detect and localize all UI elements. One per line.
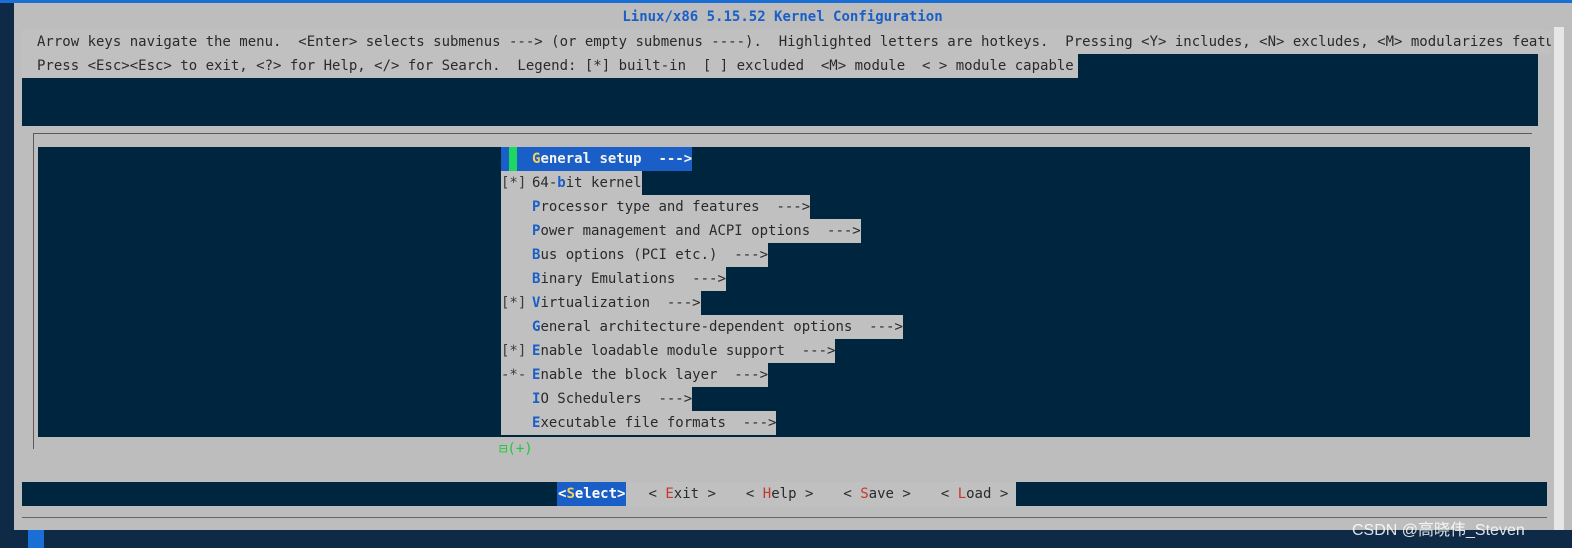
selection-cursor <box>509 147 517 171</box>
button-bracket: > <box>796 486 814 502</box>
button-bar: <Select> < Exit > < Help > < Save > < Load > <box>22 482 1547 506</box>
menu-item[interactable]: General setup ---> <box>501 147 693 171</box>
select-button[interactable]: <Select> <box>557 482 627 506</box>
watermark: CSDN @高晓伟_Steven <box>1352 522 1525 539</box>
menu-item-label: eneral setup ---> <box>540 151 693 167</box>
button-label: xit <box>673 486 700 502</box>
terminal-bottom-bar <box>14 530 1572 548</box>
terminal-cursor-block <box>28 530 44 548</box>
button-bracket: < <box>648 486 666 502</box>
exit-button[interactable]: < Exit > <box>640 482 723 506</box>
button-hotkey: S <box>860 486 869 502</box>
menu-item-label: ower management and ACPI options ---> <box>540 223 861 239</box>
menu-item-state: [*] <box>501 343 527 359</box>
menu-item-label: xecutable file formats ---> <box>540 415 777 431</box>
help-text-panel: Arrow keys navigate the menu. <Enter> se… <box>22 30 1572 126</box>
save-button[interactable]: < Save > <box>835 482 918 506</box>
button-bracket: < <box>745 486 763 502</box>
menu-item[interactable]: IO Schedulers ---> <box>501 387 693 411</box>
menu-item-state: -*- <box>501 367 527 383</box>
load-button[interactable]: < Load > <box>933 482 1016 506</box>
menu-item[interactable]: General architecture-dependent options -… <box>501 315 903 339</box>
menu-item-label: it kernel <box>565 175 642 191</box>
menu-item-label: nable the block layer ---> <box>540 367 769 383</box>
help-line-2: Press <Esc><Esc> to exit, <?> for Help, … <box>22 54 1078 78</box>
help-line-1: Arrow keys navigate the menu. <Enter> se… <box>22 30 1572 54</box>
menu-item-label: irtualization ---> <box>540 295 701 311</box>
button-group: <Select> < Exit > < Help > < Save > < Load > <box>557 482 1017 506</box>
button-bracket: > <box>617 486 626 502</box>
menu-item-label: rocessor type and features ---> <box>540 199 811 215</box>
button-label: oad <box>966 486 992 502</box>
menu-item[interactable]: Power management and ACPI options ---> <box>501 219 861 243</box>
menu-item[interactable]: Bus options (PCI etc.) ---> <box>501 243 769 267</box>
button-bracket: > <box>893 486 911 502</box>
menu-item-label: O Schedulers ---> <box>540 391 693 407</box>
menu-item-label: eneral architecture-dependent options --… <box>540 319 903 335</box>
scrollbar[interactable] <box>1551 3 1572 532</box>
menuconfig-screen: Linux/x86 5.15.52 Kernel Configuration A… <box>14 3 1572 530</box>
menu-item[interactable]: Processor type and features ---> <box>501 195 811 219</box>
button-hotkey: H <box>762 486 772 502</box>
button-bracket: > <box>699 486 716 502</box>
scrollbar-thumb[interactable] <box>1554 27 1564 532</box>
button-hotkey: E <box>665 486 674 502</box>
button-label: elect <box>574 486 618 502</box>
menu-item[interactable]: Executable file formats ---> <box>501 411 777 435</box>
button-hotkey: S <box>566 486 575 502</box>
menu-item[interactable]: Binary Emulations ---> <box>501 267 726 291</box>
bottom-divider <box>22 517 1547 518</box>
menu-item-label: inary Emulations ---> <box>540 271 726 287</box>
button-hotkey: L <box>957 486 967 502</box>
button-label: elp <box>771 486 797 502</box>
menu-item-state: [*] <box>501 175 527 191</box>
menu-item[interactable]: [*] Enable loadable module support ---> <box>501 339 836 363</box>
menu-item-state: [*] <box>501 295 527 311</box>
more-items-indicator: ⊟(+) <box>499 441 533 457</box>
page-title: Linux/x86 5.15.52 Kernel Configuration <box>622 9 943 25</box>
button-bracket: < <box>940 486 958 502</box>
button-bracket: > <box>991 486 1009 502</box>
terminal-left-margin <box>0 3 14 548</box>
menu-list <box>38 147 1530 437</box>
button-label: ave <box>868 486 894 502</box>
button-bracket: < <box>843 486 861 502</box>
menu-item-label: nable loadable module support ---> <box>540 343 836 359</box>
menu-item[interactable]: -*- Enable the block layer ---> <box>501 363 769 387</box>
help-button[interactable]: < Help > <box>738 482 821 506</box>
menu-item-label: us options (PCI etc.) ---> <box>540 247 769 263</box>
menu-item[interactable]: [*] 64-bit kernel <box>501 171 642 195</box>
menu-item-label: 64- <box>532 175 558 191</box>
menu-item-hotkey: b <box>557 175 566 191</box>
menu-item[interactable]: [*] Virtualization ---> <box>501 291 701 315</box>
